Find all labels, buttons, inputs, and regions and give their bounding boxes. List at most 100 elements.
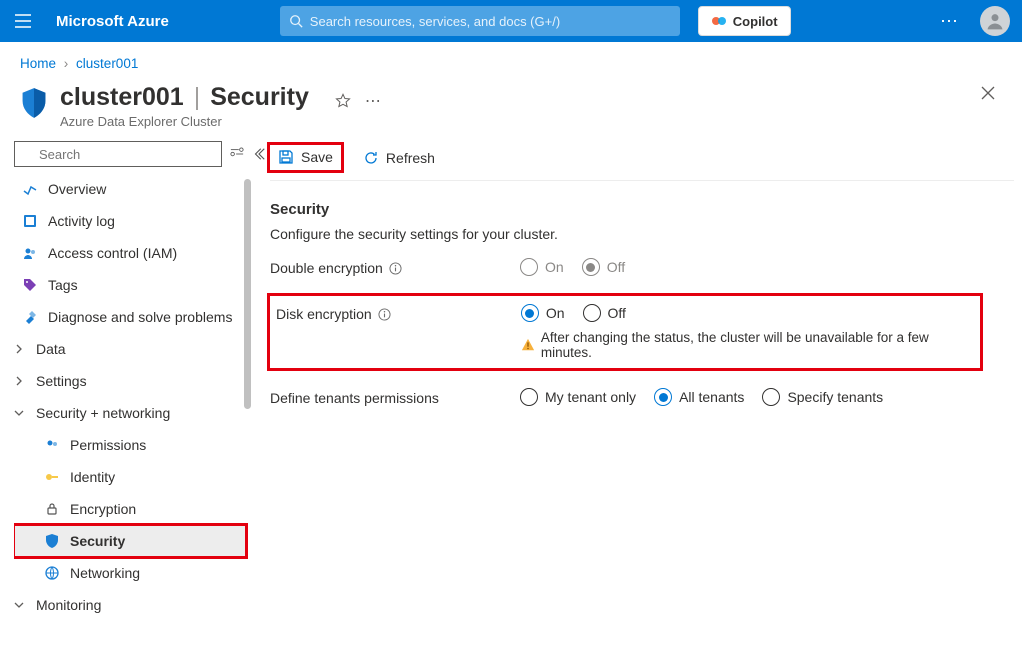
save-label: Save	[301, 149, 333, 165]
breadcrumb-resource[interactable]: cluster001	[76, 56, 138, 71]
save-button[interactable]: Save	[270, 145, 341, 169]
command-toolbar: Save Refresh	[270, 139, 1014, 181]
sidebar-item-overview[interactable]: Overview	[14, 173, 246, 205]
sidebar-item-diagnose[interactable]: Diagnose and solve problems	[14, 301, 246, 333]
pin-icon[interactable]	[335, 93, 351, 109]
global-search[interactable]	[280, 6, 680, 36]
section-title: Security	[270, 201, 1014, 218]
chevron-right-icon	[14, 376, 28, 386]
hamburger-icon[interactable]	[8, 6, 38, 36]
wrench-icon	[22, 309, 38, 325]
sidebar-item-security[interactable]: Security	[14, 525, 246, 557]
sort-icon[interactable]	[230, 147, 244, 161]
section-description: Configure the security settings for your…	[270, 226, 1014, 242]
sidebar-item-label: Diagnose and solve problems	[48, 309, 232, 325]
sidebar-item-permissions[interactable]: Permissions	[14, 429, 246, 461]
copilot-button[interactable]: Copilot	[698, 6, 791, 36]
refresh-button[interactable]: Refresh	[355, 146, 443, 170]
resource-nav-sidebar: Overview Activity log Access control (IA…	[0, 139, 250, 643]
radio-label: Off	[607, 259, 625, 275]
tenants-permissions-label: Define tenants permissions	[270, 390, 439, 406]
tenant-all-radio[interactable]: All tenants	[654, 388, 744, 406]
global-search-input[interactable]	[280, 6, 680, 36]
copilot-icon	[711, 13, 727, 29]
warning-icon	[521, 338, 535, 352]
save-icon	[278, 149, 294, 165]
sidebar-item-label: Encryption	[70, 501, 136, 517]
key-icon	[44, 469, 60, 485]
sidebar-item-label: Activity log	[48, 213, 115, 229]
tenant-specify-radio[interactable]: Specify tenants	[762, 388, 883, 406]
tenant-my-radio[interactable]: My tenant only	[520, 388, 636, 406]
breadcrumb-home[interactable]: Home	[20, 56, 56, 71]
overview-icon	[22, 181, 38, 197]
refresh-icon	[363, 150, 379, 166]
double-encryption-row: Double encryption On Off	[270, 258, 1014, 276]
info-icon[interactable]	[389, 262, 402, 275]
disk-encryption-label: Disk encryption	[276, 306, 372, 322]
tag-icon	[22, 277, 38, 293]
activity-log-icon	[22, 213, 38, 229]
people-icon	[22, 245, 38, 261]
section-name: Security	[210, 83, 309, 112]
chevron-down-icon	[14, 408, 28, 418]
sidebar-item-label: Networking	[70, 565, 140, 581]
lock-icon	[44, 501, 60, 517]
tenants-permissions-row: Define tenants permissions My tenant onl…	[270, 388, 1014, 406]
sidebar-item-label: Security	[70, 533, 125, 549]
sidebar-item-label: Settings	[36, 373, 87, 389]
radio-label: All tenants	[679, 389, 744, 405]
disk-encryption-off-radio[interactable]: Off	[583, 304, 626, 322]
radio-label: On	[546, 305, 565, 321]
radio-label: On	[545, 259, 564, 275]
sidebar-item-encryption[interactable]: Encryption	[14, 493, 246, 525]
search-icon	[289, 14, 303, 28]
sidebar-item-identity[interactable]: Identity	[14, 461, 246, 493]
double-encryption-label: Double encryption	[270, 260, 383, 276]
more-commands-icon[interactable]: ⋯	[365, 91, 383, 111]
sidebar-item-label: Data	[36, 341, 66, 357]
close-icon[interactable]	[980, 85, 996, 101]
sidebar-group-security-networking[interactable]: Security + networking	[14, 397, 246, 429]
disk-encryption-highlight: Disk encryption On Off	[270, 296, 980, 368]
disk-encryption-on-radio[interactable]: On	[521, 304, 565, 322]
radio-label: Specify tenants	[787, 389, 883, 405]
sidebar-group-settings[interactable]: Settings	[14, 365, 246, 397]
radio-label: My tenant only	[545, 389, 636, 405]
breadcrumb: Home › cluster001	[0, 42, 1022, 77]
disk-encryption-warning: After changing the status, the cluster w…	[521, 330, 974, 360]
sidebar-search-input[interactable]	[14, 141, 222, 167]
resource-name: cluster001	[60, 83, 184, 112]
sidebar-item-tags[interactable]: Tags	[14, 269, 246, 301]
sidebar-item-activity-log[interactable]: Activity log	[14, 205, 246, 237]
sidebar-group-data[interactable]: Data	[14, 333, 246, 365]
chevron-down-icon	[14, 600, 28, 610]
sidebar-item-label: Overview	[48, 181, 106, 197]
people-icon	[44, 437, 60, 453]
copilot-label: Copilot	[733, 14, 778, 29]
shield-icon	[20, 87, 48, 119]
shield-icon	[44, 533, 60, 549]
radio-label: Off	[608, 305, 626, 321]
user-avatar[interactable]	[980, 6, 1010, 36]
scrollbar-thumb[interactable]	[244, 179, 251, 409]
double-encryption-off-radio: Off	[582, 258, 625, 276]
security-panel: Save Refresh Security Configure the secu…	[250, 139, 1022, 643]
sidebar-group-monitoring[interactable]: Monitoring	[14, 589, 246, 619]
disk-encryption-row: Disk encryption On Off	[276, 304, 974, 360]
sidebar-item-label: Access control (IAM)	[48, 245, 177, 261]
sidebar-item-networking[interactable]: Networking	[14, 557, 246, 589]
sidebar-item-label: Tags	[48, 277, 78, 293]
brand-label[interactable]: Microsoft Azure	[46, 13, 179, 30]
info-icon[interactable]	[378, 308, 391, 321]
azure-top-bar: Microsoft Azure Copilot ⋯	[0, 0, 1022, 42]
sidebar-item-label: Permissions	[70, 437, 146, 453]
sidebar-item-iam[interactable]: Access control (IAM)	[14, 237, 246, 269]
globe-icon	[44, 565, 60, 581]
sidebar-item-label: Monitoring	[36, 597, 101, 613]
collapse-sidebar-icon[interactable]	[252, 147, 266, 161]
page-header: cluster001 | Security Azure Data Explore…	[0, 77, 1022, 139]
sidebar-item-label: Security + networking	[36, 405, 170, 421]
more-icon[interactable]: ⋯	[928, 11, 972, 32]
refresh-label: Refresh	[386, 150, 435, 166]
